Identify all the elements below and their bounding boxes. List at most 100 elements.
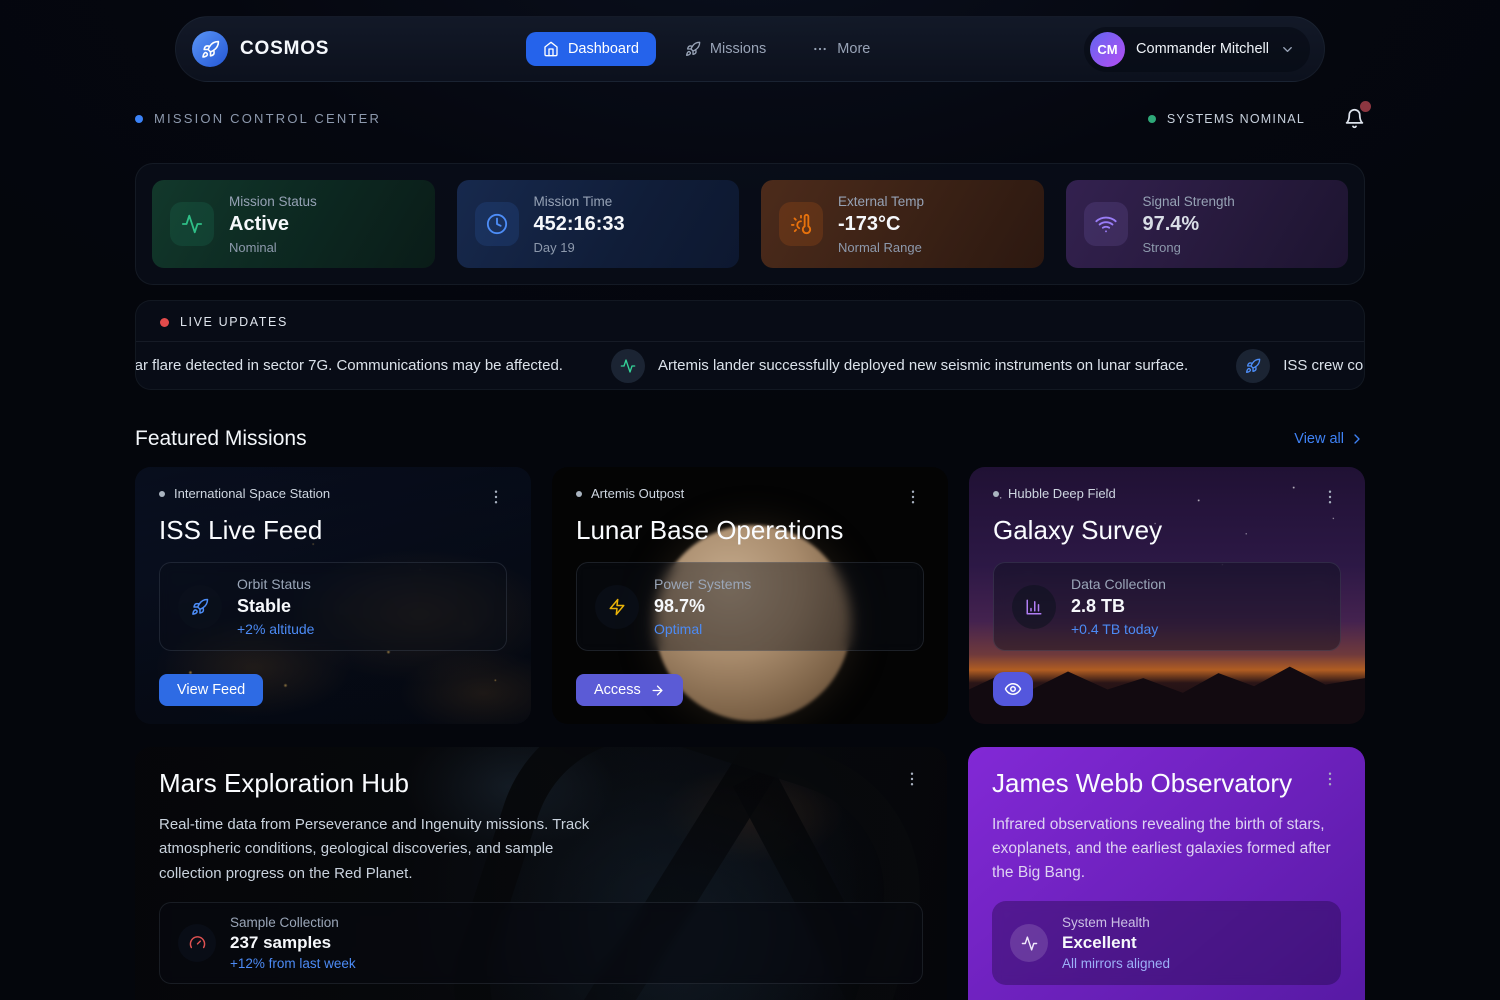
stat-sub: Normal Range <box>838 240 924 255</box>
ticker-item: Solar flare detected in sector 7G. Commu… <box>136 349 563 383</box>
featured-header: Featured Missions View all <box>135 427 1365 451</box>
arrow-right-icon <box>650 683 665 698</box>
stat-sub: Optimal <box>654 621 751 637</box>
wifi-icon <box>1084 202 1128 246</box>
activity-icon <box>1010 924 1048 962</box>
user-menu[interactable]: CM Commander Mitchell <box>1084 27 1310 72</box>
chevron-right-icon <box>1349 431 1365 447</box>
top-navigation-bar: COSMOS Dashboard Missions More CM Comman… <box>175 16 1325 82</box>
mission-card-galaxy[interactable]: Hubble Deep Field Galaxy Survey Data Col… <box>969 467 1365 724</box>
user-name: Commander Mitchell <box>1136 41 1269 57</box>
news-ticker: Solar flare detected in sector 7G. Commu… <box>136 342 1364 389</box>
live-updates-card: LIVE UPDATES Solar flare detected in sec… <box>135 300 1365 390</box>
ticker-item: ISS crew completes critical EVA <box>1236 349 1364 383</box>
ticker-text: Solar flare detected in sector 7G. Commu… <box>136 357 563 374</box>
stat-label: Mission Time <box>534 194 625 209</box>
mission-title: Lunar Base Operations <box>576 515 924 546</box>
stat-card-signal-strength: Signal Strength 97.4% Strong <box>1066 180 1349 268</box>
activity-icon <box>611 349 645 383</box>
status-dot <box>135 115 143 123</box>
clock-icon <box>475 202 519 246</box>
stat-sub: Strong <box>1143 240 1235 255</box>
stat-label: External Temp <box>838 194 924 209</box>
mission-card-lunar[interactable]: Artemis Outpost Lunar Base Operations Po… <box>552 467 948 724</box>
tag-dot <box>159 491 165 497</box>
avatar: CM <box>1090 32 1125 67</box>
panel-stat: System Health Excellent All mirrors alig… <box>992 901 1341 985</box>
panel-james-webb[interactable]: James Webb Observatory Infrared observat… <box>968 747 1365 1000</box>
stat-sub: +0.4 TB today <box>1071 621 1166 637</box>
live-dot <box>160 318 169 327</box>
stat-card-external-temp: External Temp -173°C Normal Range <box>761 180 1044 268</box>
live-updates-title: LIVE UPDATES <box>180 315 288 329</box>
mission-tag: International Space Station <box>159 486 330 501</box>
zap-icon <box>595 585 639 629</box>
panel-description: Real-time data from Perseverance and Ing… <box>159 813 611 886</box>
main-nav: Dashboard Missions More <box>526 32 887 66</box>
brand-name: COSMOS <box>240 38 329 60</box>
ellipsis-icon <box>812 41 828 57</box>
tag-dot <box>993 491 999 497</box>
chevron-down-icon <box>1280 42 1295 57</box>
nav-missions[interactable]: Missions <box>668 32 783 66</box>
mission-title: Galaxy Survey <box>993 515 1341 546</box>
stat-label: Orbit Status <box>237 576 314 592</box>
ticker-item: Artemis lander successfully deployed new… <box>611 349 1188 383</box>
panel-mars-exploration[interactable]: Mars Exploration Hub Real-time data from… <box>135 747 947 1000</box>
notifications-button[interactable] <box>1344 108 1365 129</box>
stat-value: Stable <box>237 596 314 617</box>
stat-value: 98.7% <box>654 596 751 617</box>
stats-panel: Mission Status Active Nominal Mission Ti… <box>135 163 1365 285</box>
bottom-panels-row: Mars Exploration Hub Real-time data from… <box>135 747 1365 1000</box>
kebab-menu-icon[interactable] <box>901 768 923 790</box>
mission-tag: Artemis Outpost <box>576 486 684 501</box>
view-all-label: View all <box>1294 431 1344 447</box>
notification-badge <box>1360 101 1371 112</box>
nav-label: Missions <box>710 41 766 57</box>
kebab-menu-icon[interactable] <box>485 486 507 508</box>
ticker-text: Artemis lander successfully deployed new… <box>658 357 1188 374</box>
view-feed-button[interactable]: View Feed <box>159 674 263 706</box>
stat-sub: Day 19 <box>534 240 625 255</box>
nav-label: Dashboard <box>568 41 639 57</box>
stat-label: Mission Status <box>229 194 317 209</box>
stat-value: 2.8 TB <box>1071 596 1166 617</box>
tag-label: International Space Station <box>174 486 330 501</box>
stat-value: 97.4% <box>1143 213 1235 236</box>
mission-card-iss[interactable]: International Space Station ISS Live Fee… <box>135 467 531 724</box>
stat-value: -173°C <box>838 213 924 236</box>
cta-label: View Feed <box>177 682 245 698</box>
stat-sub: +12% from last week <box>230 956 356 971</box>
nav-dashboard[interactable]: Dashboard <box>526 32 656 66</box>
mission-stat-panel: Power Systems 98.7% Optimal <box>576 562 924 651</box>
tag-dot <box>576 491 582 497</box>
mission-cards-row: International Space Station ISS Live Fee… <box>135 467 1365 724</box>
panel-title: Mars Exploration Hub <box>159 768 409 799</box>
home-icon <box>543 41 559 57</box>
kebab-menu-icon[interactable] <box>902 486 924 508</box>
status-bar: MISSION CONTROL CENTER SYSTEMS NOMINAL <box>135 108 1365 129</box>
cta-label: Access <box>594 682 641 698</box>
stat-label: Data Collection <box>1071 576 1166 592</box>
ticker-text: ISS crew completes critical EVA <box>1283 357 1364 374</box>
brand[interactable]: COSMOS <box>192 31 329 67</box>
kebab-menu-icon[interactable] <box>1319 768 1341 790</box>
stat-value: Active <box>229 213 317 236</box>
mission-stat-panel: Data Collection 2.8 TB +0.4 TB today <box>993 562 1341 651</box>
view-all-link[interactable]: View all <box>1294 431 1365 447</box>
thermometer-icon <box>779 202 823 246</box>
kebab-menu-icon[interactable] <box>1319 486 1341 508</box>
stat-card-mission-time: Mission Time 452:16:33 Day 19 <box>457 180 740 268</box>
view-button[interactable] <box>993 672 1033 706</box>
rocket-icon <box>192 31 228 67</box>
stat-card-mission-status: Mission Status Active Nominal <box>152 180 435 268</box>
access-button[interactable]: Access <box>576 674 683 706</box>
rocket-icon <box>685 41 701 57</box>
tag-label: Artemis Outpost <box>591 486 684 501</box>
stat-value: 237 samples <box>230 933 356 953</box>
stat-label: Sample Collection <box>230 915 356 930</box>
tag-label: Hubble Deep Field <box>1008 486 1116 501</box>
mission-title: ISS Live Feed <box>159 515 507 546</box>
page-title: MISSION CONTROL CENTER <box>154 111 381 126</box>
nav-more[interactable]: More <box>795 32 887 66</box>
